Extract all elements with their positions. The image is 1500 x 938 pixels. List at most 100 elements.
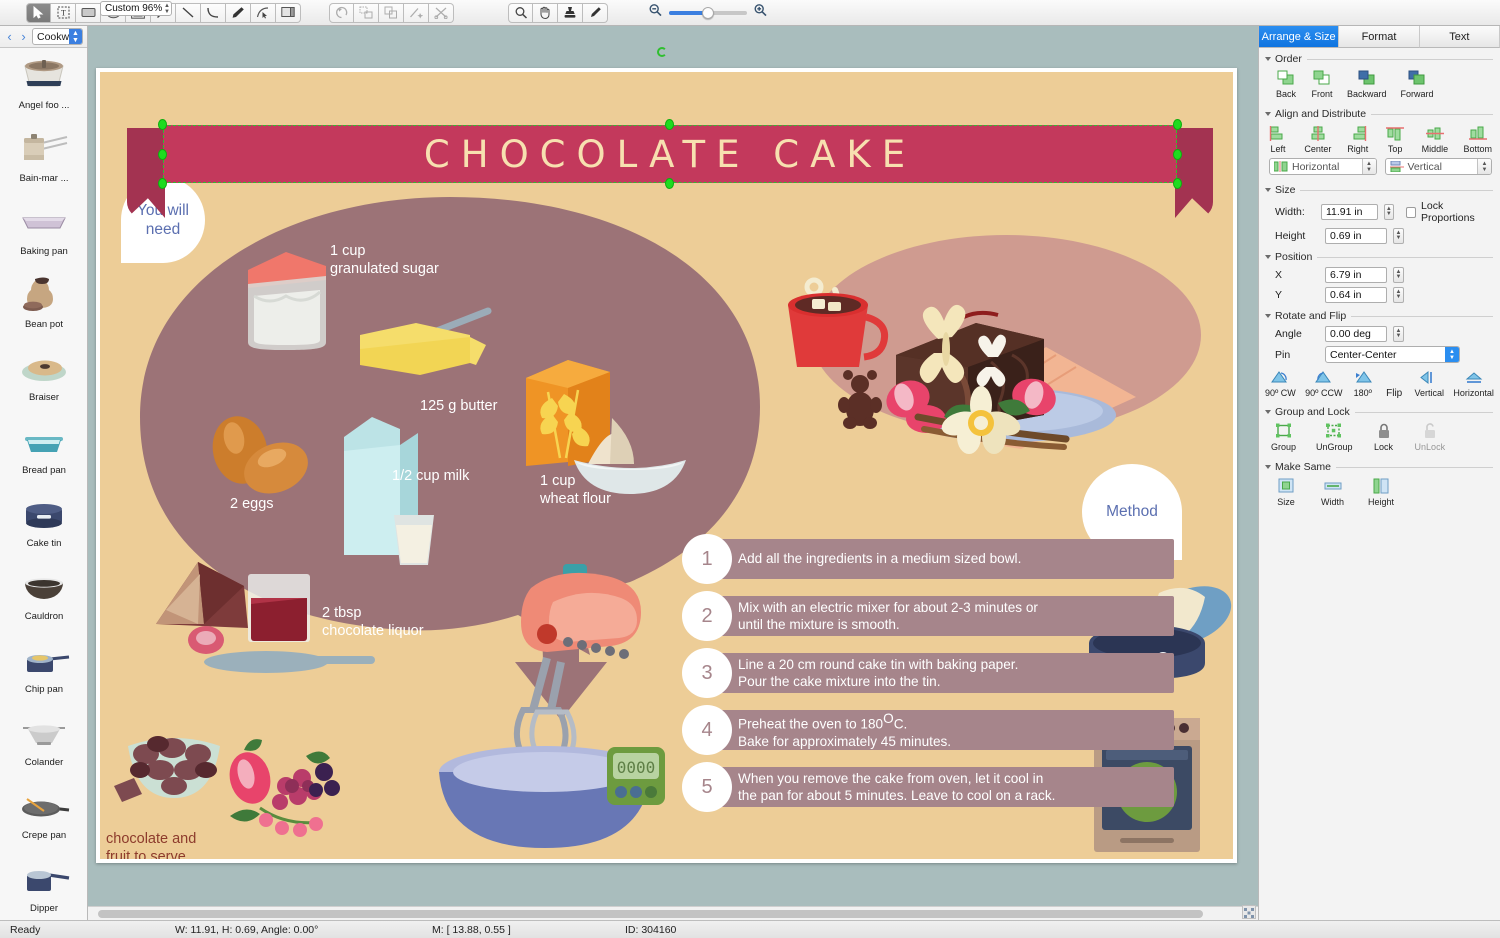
disclosure-triangle-icon[interactable] — [1265, 465, 1271, 469]
rotate-180-button[interactable]: 180º — [1352, 368, 1374, 399]
hand-tool[interactable] — [533, 2, 558, 23]
scrollbar-thumb[interactable] — [98, 910, 1203, 918]
title-banner[interactable]: CHOCOLATE CAKE — [127, 119, 1213, 218]
angle-input[interactable]: 0.00 deg — [1325, 326, 1387, 342]
curve-tool[interactable] — [201, 2, 226, 23]
pin-dropdown[interactable]: Center-Center ▲ ▼ — [1325, 346, 1460, 363]
shape-item-angel-food-pan[interactable]: Angel foo ... — [0, 48, 87, 121]
magic-line-tool[interactable] — [404, 2, 429, 23]
stamp-tool[interactable] — [558, 2, 583, 23]
canvas-horizontal-scrollbar[interactable] — [88, 906, 1258, 920]
section-header-rotate-flip[interactable]: Rotate and Flip — [1259, 305, 1500, 324]
align-left-button[interactable]: Left — [1267, 124, 1289, 154]
method-step[interactable]: Line a 20 cm round cake tin with baking … — [682, 648, 1174, 698]
cake-hero-illustration[interactable] — [776, 227, 1216, 457]
duplicate-tool[interactable] — [379, 2, 404, 23]
unlock-button[interactable]: UnLock — [1415, 422, 1445, 452]
selection-handle-bc[interactable] — [665, 178, 674, 189]
order-front-button[interactable]: Front — [1311, 69, 1333, 99]
shape-item-cauldron[interactable]: Cauldron — [0, 559, 87, 632]
dropdown-stepper-icon[interactable]: ▲ ▼ — [1477, 159, 1491, 174]
shape-item-braiser[interactable]: Braiser — [0, 340, 87, 413]
shape-item-bread-pan[interactable]: Bread pan — [0, 413, 87, 486]
shape-item-chip-pan[interactable]: Chip pan — [0, 632, 87, 705]
tab-arrange-size[interactable]: Arrange & Size — [1259, 26, 1340, 48]
eyedropper-tool[interactable] — [583, 2, 608, 23]
dropdown-stepper-icon[interactable]: ▲ ▼ — [1361, 159, 1376, 174]
ungroup-button[interactable]: UnGroup — [1316, 422, 1353, 452]
zoom-in-icon[interactable] — [753, 3, 768, 22]
shape-item-bean-pot[interactable]: Bean pot — [0, 267, 87, 340]
panel-resizer[interactable] — [1242, 905, 1256, 919]
height-input[interactable]: 0.69 in — [1325, 228, 1387, 244]
zoom-level-stepper-icon[interactable]: ▲ ▼ — [164, 3, 170, 15]
selection-handle-mr[interactable] — [1173, 149, 1182, 160]
section-header-position[interactable]: Position — [1259, 246, 1500, 265]
zoom-out-icon[interactable] — [648, 3, 663, 22]
shape-item-bain-marie[interactable]: Bain-mar ... — [0, 121, 87, 194]
section-header-size[interactable]: Size — [1259, 179, 1500, 198]
same-width-button[interactable]: Width — [1321, 477, 1344, 507]
x-input[interactable]: 6.79 in — [1325, 267, 1387, 283]
angle-stepper[interactable]: ▲ ▼ — [1393, 326, 1404, 342]
align-right-button[interactable]: Right — [1347, 124, 1369, 154]
shape-item-crepe-pan[interactable]: Crepe pan — [0, 778, 87, 851]
flip-vertical-button[interactable]: Vertical — [1415, 368, 1444, 399]
align-middle-button[interactable]: Middle — [1422, 124, 1448, 154]
method-step[interactable]: Mix with an electric mixer for about 2-3… — [682, 591, 1174, 641]
method-step[interactable]: Preheat the oven to 180OC. Bake for appr… — [682, 705, 1174, 755]
section-header-order[interactable]: Order — [1259, 48, 1500, 67]
section-header-group-lock[interactable]: Group and Lock — [1259, 401, 1500, 420]
same-size-button[interactable]: Size — [1275, 477, 1297, 507]
shape-item-colander[interactable]: Colander — [0, 705, 87, 778]
y-input[interactable]: 0.64 in — [1325, 287, 1387, 303]
edit-points-tool[interactable] — [251, 2, 276, 23]
scissors-tool[interactable] — [429, 2, 454, 23]
disclosure-triangle-icon[interactable] — [1265, 255, 1271, 259]
banner-body[interactable]: CHOCOLATE CAKE — [163, 125, 1177, 183]
same-height-button[interactable]: Height — [1368, 477, 1394, 507]
lock-button[interactable]: Lock — [1373, 422, 1395, 452]
canvas-area[interactable]: 1 cup granulated sugar 125 g butter 2 eg… — [88, 26, 1258, 920]
rotate-90ccw-button[interactable]: 90º CCW — [1305, 368, 1342, 399]
pen-tool[interactable] — [226, 2, 251, 23]
zoom-slider-control[interactable] — [648, 3, 768, 22]
distribute-horizontal-dropdown[interactable]: Horizontal ▲ ▼ — [1269, 158, 1377, 175]
text-tool[interactable]: T — [51, 2, 76, 23]
document-page[interactable]: 1 cup granulated sugar 125 g butter 2 eg… — [96, 68, 1237, 863]
section-header-make-same[interactable]: Make Same — [1259, 456, 1500, 475]
library-next-button[interactable]: › — [18, 30, 29, 43]
zoom-level-dropdown[interactable]: Custom 96% ▲ ▼ — [100, 1, 172, 16]
select-tool[interactable] — [26, 2, 51, 23]
selection-handle-br[interactable] — [1173, 178, 1182, 189]
method-step[interactable]: Add all the ingredients in a medium size… — [682, 534, 1174, 584]
zoom-tool[interactable] — [508, 2, 533, 23]
align-center-button[interactable]: Center — [1304, 124, 1331, 154]
library-prev-button[interactable]: ‹ — [4, 30, 15, 43]
disclosure-triangle-icon[interactable] — [1265, 57, 1271, 61]
selection-handle-tl[interactable] — [158, 119, 167, 130]
zoom-slider-track[interactable] — [669, 6, 747, 19]
y-stepper[interactable]: ▲ ▼ — [1393, 287, 1404, 303]
artboard[interactable]: 1 cup granulated sugar 125 g butter 2 eg… — [100, 72, 1233, 859]
order-backward-button[interactable]: Backward — [1347, 69, 1387, 99]
line-tool[interactable] — [176, 2, 201, 23]
tab-format[interactable]: Format — [1339, 26, 1420, 48]
rectangle-tool[interactable] — [76, 2, 101, 23]
order-back-button[interactable]: Back — [1275, 69, 1297, 99]
height-stepper[interactable]: ▲ ▼ — [1393, 228, 1404, 244]
selection-handle-ml[interactable] — [158, 149, 167, 160]
flip-horizontal-button[interactable]: Horizontal — [1453, 368, 1494, 399]
library-stepper-icon[interactable]: ▲ ▼ — [69, 29, 82, 44]
rotate-ccw-tool[interactable] — [329, 2, 354, 23]
shape-list[interactable]: Angel foo ... Bain-mar ... Baking pan Be… — [0, 48, 87, 920]
lock-proportions-checkbox[interactable] — [1405, 206, 1417, 218]
rotation-handle[interactable] — [657, 47, 667, 57]
order-forward-button[interactable]: Forward — [1401, 69, 1434, 99]
selection-handle-tc[interactable] — [665, 119, 674, 130]
library-dropdown[interactable]: Cookw... ▲ ▼ — [32, 28, 83, 45]
callout-tool[interactable] — [276, 2, 301, 23]
selection-handle-tr[interactable] — [1173, 119, 1182, 130]
shape-item-dipper[interactable]: Dipper — [0, 851, 87, 920]
align-top-button[interactable]: Top — [1384, 124, 1406, 154]
